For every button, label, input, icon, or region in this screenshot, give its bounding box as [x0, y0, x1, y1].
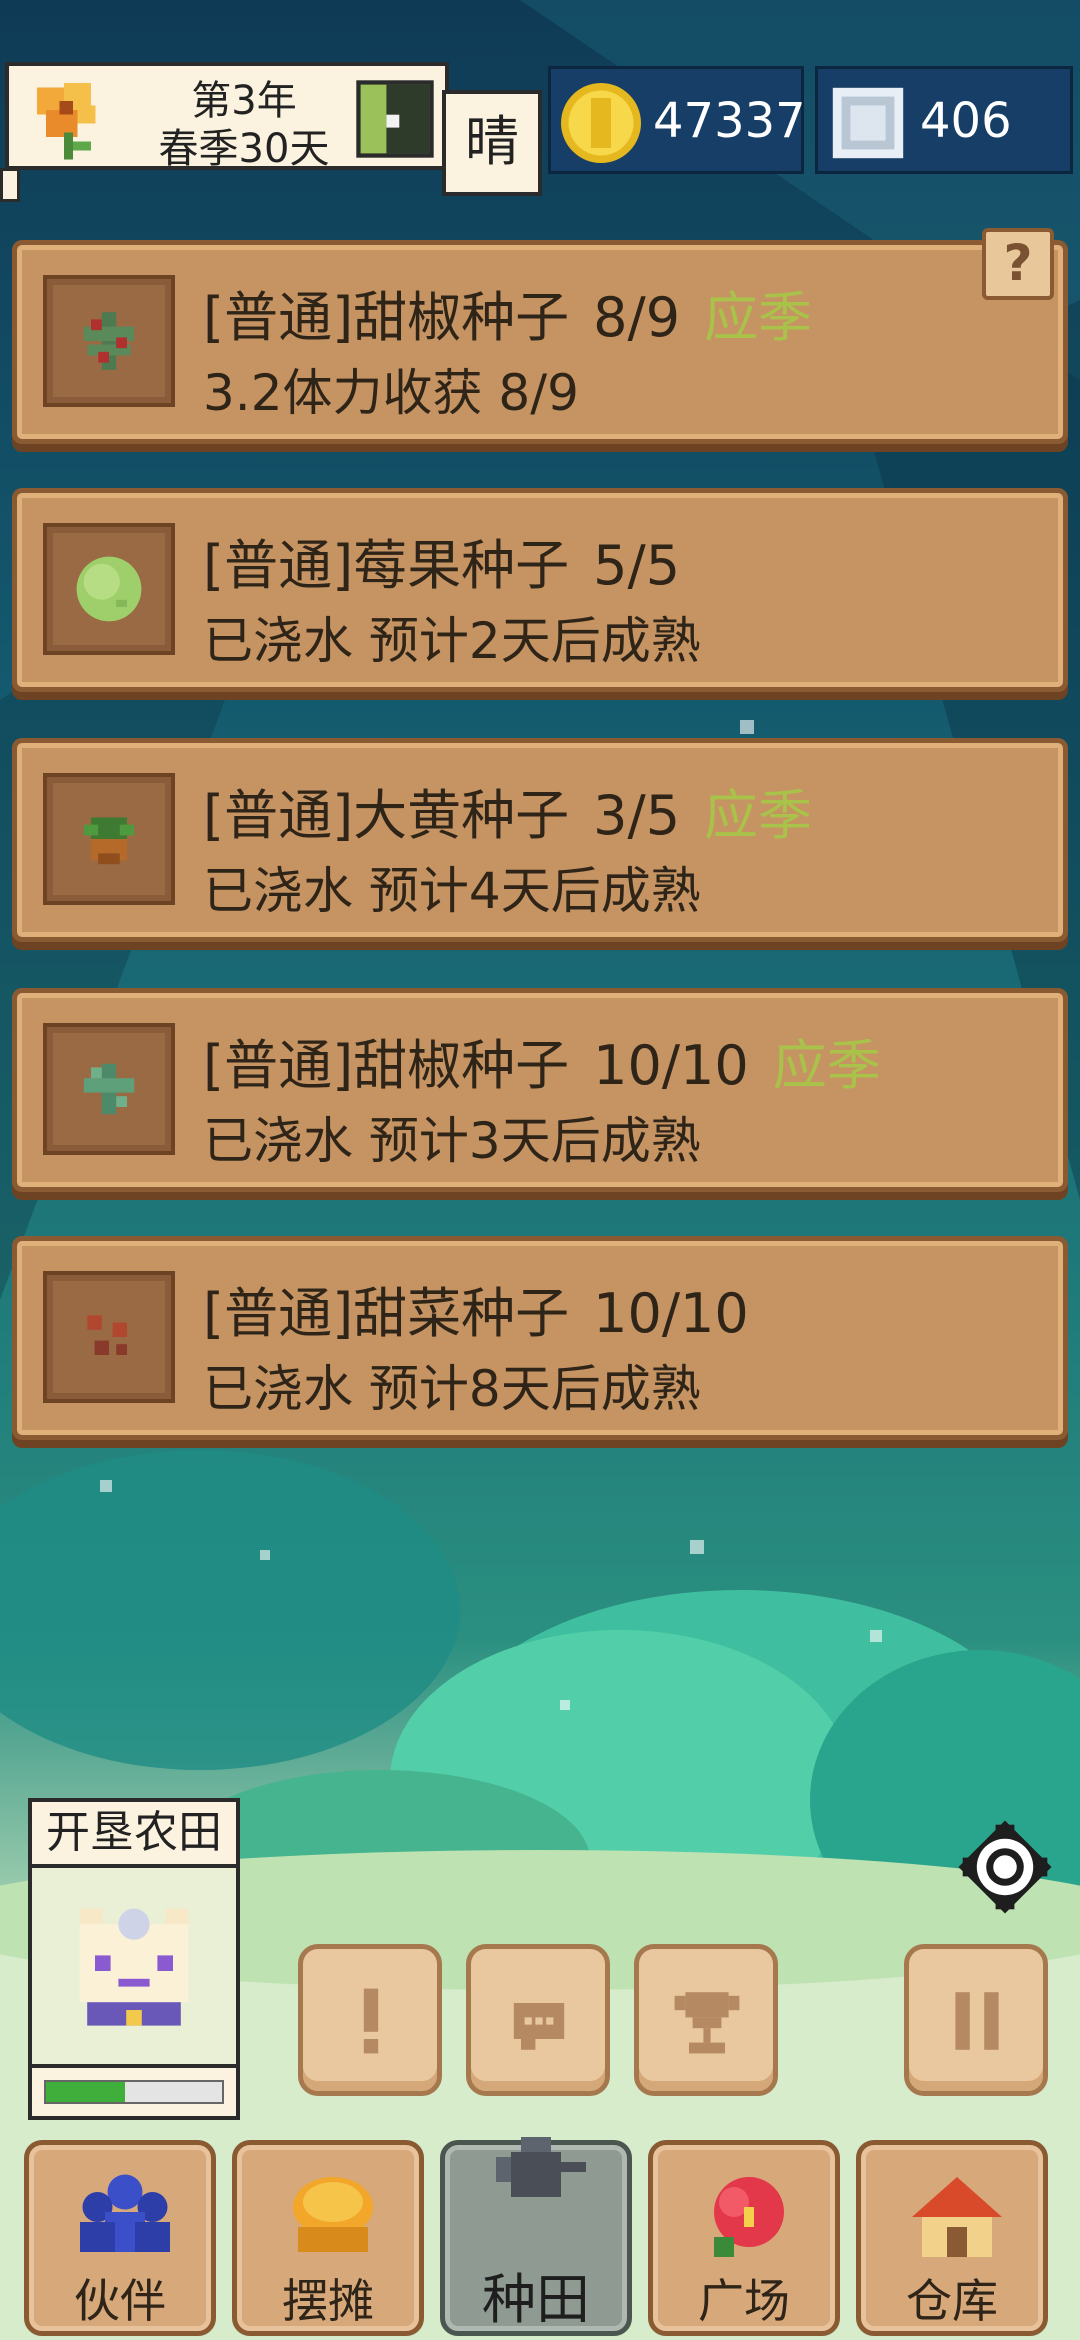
- hibiscus-flower-icon: [714, 2177, 784, 2257]
- alert-button[interactable]: [298, 1944, 442, 2096]
- in-season-tag: 应季: [772, 1034, 881, 1097]
- people-icon: [80, 2174, 170, 2252]
- coin-icon: [561, 83, 641, 163]
- task-progress-bar: [28, 2064, 240, 2120]
- trophy-icon: [674, 1992, 740, 2054]
- seed-name: [普通]甜椒种子: [203, 1034, 570, 1097]
- seed-count: 3/5: [593, 784, 681, 847]
- chat-button[interactable]: [466, 1944, 610, 2096]
- seed-count: 5/5: [593, 534, 681, 597]
- seed-card[interactable]: [普通]甜椒种子 10/10 应季 已浇水 预计3天后成熟: [12, 988, 1068, 1192]
- in-season-tag: 应季: [704, 286, 813, 349]
- seed-count: 8/9: [593, 286, 681, 349]
- nav-label: 仓库: [906, 2274, 998, 2328]
- progress-fill: [46, 2082, 126, 2102]
- weather-label: 晴: [442, 90, 542, 196]
- seed-status: 已浇水 预计4天后成熟: [203, 862, 701, 920]
- pepper-plant-icon: [83, 312, 135, 370]
- beet-seeds-icon: [87, 1315, 127, 1355]
- gem-counter: 406: [815, 66, 1073, 174]
- seed-status: 3.2体力收获 8/9: [203, 364, 579, 422]
- seed-thumbnail: [43, 1023, 175, 1155]
- gem-value: 406: [920, 93, 1012, 149]
- seed-status: 已浇水 预计8天后成熟: [203, 1360, 701, 1418]
- date-panel: 第3年 春季30天: [5, 62, 449, 172]
- exclamation-icon: [363, 1988, 379, 2054]
- in-season-tag: 应季: [704, 784, 813, 847]
- nav-label: 伙伴: [74, 2274, 166, 2328]
- season-day-label: 春季30天: [158, 126, 330, 172]
- seed-thumbnail: [43, 1271, 175, 1403]
- coin-value: 47337: [653, 93, 806, 149]
- companion-portrait[interactable]: [28, 1868, 240, 2068]
- pause-button[interactable]: [904, 1944, 1048, 2096]
- seed-status: 已浇水 预计3天后成熟: [203, 1112, 701, 1170]
- seed-card[interactable]: [普通]甜菜种子 10/10 已浇水 预计8天后成熟: [12, 1236, 1068, 1440]
- nav-label: 种田: [482, 2268, 590, 2331]
- seed-thumbnail: [43, 773, 175, 905]
- cat-avatar-icon: [79, 1908, 189, 2026]
- seed-card[interactable]: [普通]大黄种子 3/5 应季 已浇水 预计4天后成熟: [12, 738, 1068, 942]
- gem-icon: [832, 87, 904, 159]
- side-tab: [0, 168, 20, 202]
- seed-count: 10/10: [593, 1034, 749, 1097]
- berry-bush-icon: [76, 556, 142, 622]
- seed-name: [普通]莓果种子: [203, 534, 570, 597]
- nav-stall[interactable]: 摆摊: [232, 2140, 424, 2336]
- watering-can-icon: [496, 2137, 586, 2197]
- rhubarb-sprout-icon: [83, 817, 135, 865]
- seed-status: 已浇水 预计2天后成熟: [203, 612, 701, 670]
- seed-name: [普通]甜椒种子: [203, 286, 570, 349]
- help-button[interactable]: ?: [982, 228, 1054, 300]
- nav-farming[interactable]: 种田: [440, 2137, 632, 2336]
- seed-card[interactable]: [普通]甜椒种子 8/9 应季 3.2体力收获 8/9: [12, 240, 1068, 444]
- seed-card[interactable]: [普通]莓果种子 5/5 已浇水 预计2天后成熟: [12, 488, 1068, 692]
- task-label[interactable]: 开垦农田: [28, 1798, 240, 1868]
- nav-plaza[interactable]: 广场: [648, 2140, 840, 2336]
- coin-counter: 47337: [548, 66, 806, 174]
- stall-icon: [293, 2177, 373, 2252]
- seed-name: [普通]大黄种子: [203, 784, 570, 847]
- seed-count: 10/10: [593, 1282, 749, 1345]
- nav-label: 摆摊: [282, 2274, 374, 2328]
- nav-label: 广场: [698, 2274, 790, 2328]
- house-icon: [912, 2177, 1002, 2257]
- trophy-button[interactable]: [634, 1944, 778, 2096]
- seed-name: [普通]甜菜种子: [203, 1282, 570, 1345]
- pause-icon: [955, 1992, 999, 2050]
- flower-icon: [37, 83, 96, 160]
- pepper-sprout-icon: [83, 1063, 135, 1115]
- seed-thumbnail: [43, 275, 175, 407]
- gear-icon[interactable]: [958, 1820, 1052, 1914]
- chat-bubble-icon: [513, 2003, 565, 2050]
- seed-thumbnail: [43, 523, 175, 655]
- nav-partners[interactable]: 伙伴: [24, 2140, 216, 2336]
- day-cycle-icon: [356, 80, 434, 158]
- nav-warehouse[interactable]: 仓库: [856, 2140, 1048, 2336]
